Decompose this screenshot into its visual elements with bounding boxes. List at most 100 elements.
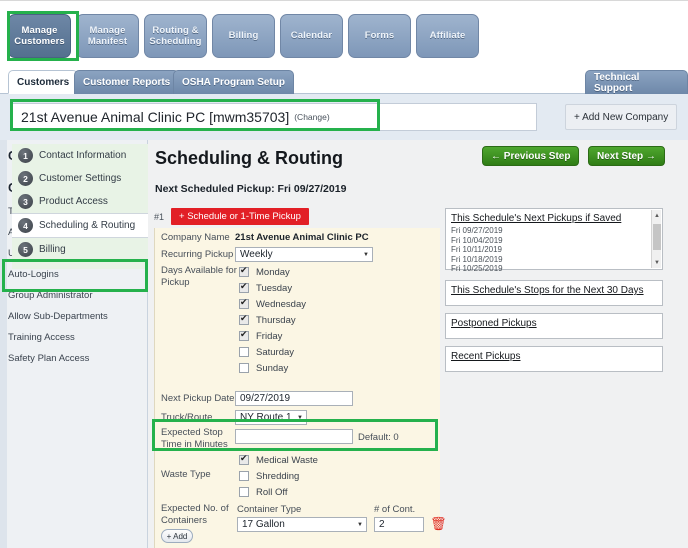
field-recurring-pickup: Recurring Pickup Weekly ▼ xyxy=(161,247,373,262)
scroll-down-icon[interactable]: ▼ xyxy=(652,257,662,268)
stop-time-default-text: Default: 0 xyxy=(358,432,399,443)
sidebar-item-product-access[interactable]: 3 Product Access xyxy=(12,190,148,213)
day-checkbox-saturday[interactable]: Saturday xyxy=(239,344,306,360)
recent-pickups-panel[interactable]: Recent Pickups xyxy=(445,346,663,372)
day-checkbox-friday[interactable]: Friday xyxy=(239,328,306,344)
day-checkbox-tuesday[interactable]: Tuesday xyxy=(239,280,306,296)
waste-type-roll-off[interactable]: Roll Off xyxy=(239,484,318,500)
checkbox-icon[interactable] xyxy=(239,297,249,309)
container-type-select[interactable]: 17 Gallon ▼ xyxy=(237,517,367,532)
company-name-text: 21st Avenue Animal Clinic PC [mwm35703] xyxy=(21,109,290,125)
technical-support-button[interactable]: Technical Support xyxy=(585,70,688,94)
app-page: Manage Customers Manage Manifest Routing… xyxy=(0,0,688,548)
chevron-down-icon: ▼ xyxy=(363,251,369,258)
tab-routing-scheduling[interactable]: Routing & Scheduling xyxy=(144,14,207,58)
day-checkbox-wednesday[interactable]: Wednesday xyxy=(239,296,306,312)
checkbox-icon[interactable] xyxy=(239,487,249,497)
next-pickups-scrollbar[interactable]: ▲ ▼ xyxy=(651,210,661,268)
sidebar-item-customer-settings[interactable]: 2 Customer Settings xyxy=(12,167,148,190)
trash-icon[interactable]: 🗑 xyxy=(430,517,447,530)
sidebar-option-allow-sub-departments[interactable]: Allow Sub-Departments xyxy=(0,306,147,327)
checkbox-icon[interactable] xyxy=(239,471,249,481)
waste-type-label: Waste Type xyxy=(161,469,211,480)
day-label: Tuesday xyxy=(256,282,293,294)
next-pickups-link[interactable]: This Schedule's Next Pickups if Saved xyxy=(446,209,662,224)
next-pickup-date-input[interactable]: 09/27/2019 xyxy=(235,391,353,406)
recent-pickups-link[interactable]: Recent Pickups xyxy=(446,347,662,362)
sidebar-item-billing[interactable]: 5 Billing xyxy=(12,238,148,261)
tab-manage-customers[interactable]: Manage Customers xyxy=(8,14,71,58)
expected-stop-time-input[interactable] xyxy=(235,429,353,444)
waste-type-medical-waste[interactable]: Medical Waste xyxy=(239,452,318,468)
sidebar-option-training-access[interactable]: Training Access xyxy=(0,327,147,348)
stops-next-30-days-panel[interactable]: This Schedule's Stops for the Next 30 Da… xyxy=(445,280,663,306)
sidebar-item-label: Scheduling & Routing xyxy=(39,220,136,231)
truck-route-value: NY Route 1 xyxy=(240,412,292,423)
waste-type-shredding[interactable]: Shredding xyxy=(239,468,318,484)
recurring-pickup-select[interactable]: Weekly ▼ xyxy=(235,247,373,262)
waste-type-label-item: Medical Waste xyxy=(256,454,318,466)
pickup-date: Fri 10/11/2019 xyxy=(451,245,502,254)
pickup-date: Fri 10/25/2019 xyxy=(451,264,503,273)
field-company-name: Company Name 21st Avenue Animal Clinic P… xyxy=(161,232,369,244)
day-checkbox-sunday[interactable]: Sunday xyxy=(239,360,306,376)
company-name-display[interactable]: 21st Avenue Animal Clinic PC [mwm35703] … xyxy=(12,103,537,131)
num-containers-input[interactable]: 2 xyxy=(374,517,424,532)
secondary-navigation: Customers Customer Reports OSHA Program … xyxy=(0,66,688,94)
day-checkbox-monday[interactable]: Monday xyxy=(239,264,306,280)
checkbox-icon[interactable] xyxy=(239,363,249,373)
checkbox-icon[interactable] xyxy=(239,265,249,277)
day-label: Monday xyxy=(256,266,290,278)
waste-type-label-item: Shredding xyxy=(256,470,300,482)
days-available-label-group: Days Available for Pickup xyxy=(161,265,237,288)
subtab-customer-reports[interactable]: Customer Reports xyxy=(74,70,180,94)
add-container-button[interactable]: + Add xyxy=(161,529,193,543)
checkbox-icon[interactable] xyxy=(239,313,249,325)
schedule-row-header: #1 + Schedule or 1-Time Pickup xyxy=(154,208,309,225)
checkbox-icon[interactable] xyxy=(239,281,249,293)
step-number-badge: 5 xyxy=(18,242,33,257)
sidebar-option-group-administrator[interactable]: Group Administrator xyxy=(0,285,147,306)
truck-route-select[interactable]: NY Route 1 ▼ xyxy=(235,410,307,425)
subtab-customers[interactable]: Customers xyxy=(8,70,79,94)
day-checkbox-thursday[interactable]: Thursday xyxy=(239,312,306,328)
tab-affiliate[interactable]: Affiliate xyxy=(416,14,479,58)
tab-billing[interactable]: Billing xyxy=(212,14,275,58)
days-checkbox-group: Monday Tuesday Wednesday Thursday Friday xyxy=(239,264,306,376)
subtab-osha-program-setup[interactable]: OSHA Program Setup xyxy=(173,70,294,94)
postponed-pickups-link[interactable]: Postponed Pickups xyxy=(446,314,662,329)
company-name-value: 21st Avenue Animal Clinic PC xyxy=(235,232,369,243)
schedule-or-one-time-pickup-button[interactable]: + Schedule or 1-Time Pickup xyxy=(171,208,309,225)
scroll-up-icon[interactable]: ▲ xyxy=(652,210,662,221)
sidebar-item-contact-information[interactable]: 1 Contact Information xyxy=(12,144,148,167)
pickup-date: Fri 10/18/2019 xyxy=(451,254,503,264)
containers-label-line1: Expected No. of xyxy=(161,503,229,514)
company-bar: 21st Avenue Animal Clinic PC [mwm35703] … xyxy=(0,94,688,140)
tab-forms[interactable]: Forms xyxy=(348,14,411,58)
checkbox-icon[interactable] xyxy=(239,453,249,465)
scrollbar-thumb[interactable] xyxy=(653,224,661,250)
next-step-button[interactable]: Next Step → xyxy=(588,146,665,166)
expected-stop-time-label-group: Expected Stop Time in Minutes xyxy=(161,427,228,450)
field-truck-route: Truck/Route NY Route 1 ▼ xyxy=(161,410,307,425)
sidebar-item-scheduling-routing[interactable]: 4 Scheduling & Routing xyxy=(12,213,148,238)
next-pickup-date-label: Next Pickup Date xyxy=(161,393,235,404)
sidebar-option-safety-plan-access[interactable]: Safety Plan Access xyxy=(0,348,147,369)
schedule-form-card: Company Name 21st Avenue Animal Clinic P… xyxy=(154,228,447,548)
postponed-pickups-panel[interactable]: Postponed Pickups xyxy=(445,313,663,339)
step-number-badge: 2 xyxy=(18,171,33,186)
recurring-pickup-label: Recurring Pickup xyxy=(161,249,234,260)
day-label: Thursday xyxy=(256,314,296,326)
checkbox-icon[interactable] xyxy=(239,329,249,341)
next-scheduled-pickup-text: Next Scheduled Pickup: Fri 09/27/2019 xyxy=(155,183,347,195)
previous-step-button[interactable]: ← Previous Step xyxy=(482,146,580,166)
days-available-label-line2: Pickup xyxy=(161,276,190,288)
stops-next-30-days-link[interactable]: This Schedule's Stops for the Next 30 Da… xyxy=(446,281,662,296)
tab-label-line1: Forms xyxy=(364,30,395,42)
tab-label-line2: Scheduling xyxy=(149,36,202,47)
add-new-company-button[interactable]: + Add New Company xyxy=(565,104,678,130)
company-change-link[interactable]: (Change) xyxy=(294,112,329,122)
tab-calendar[interactable]: Calendar xyxy=(280,14,343,58)
checkbox-icon[interactable] xyxy=(239,347,249,357)
tab-manage-manifest[interactable]: Manage Manifest xyxy=(76,14,139,58)
